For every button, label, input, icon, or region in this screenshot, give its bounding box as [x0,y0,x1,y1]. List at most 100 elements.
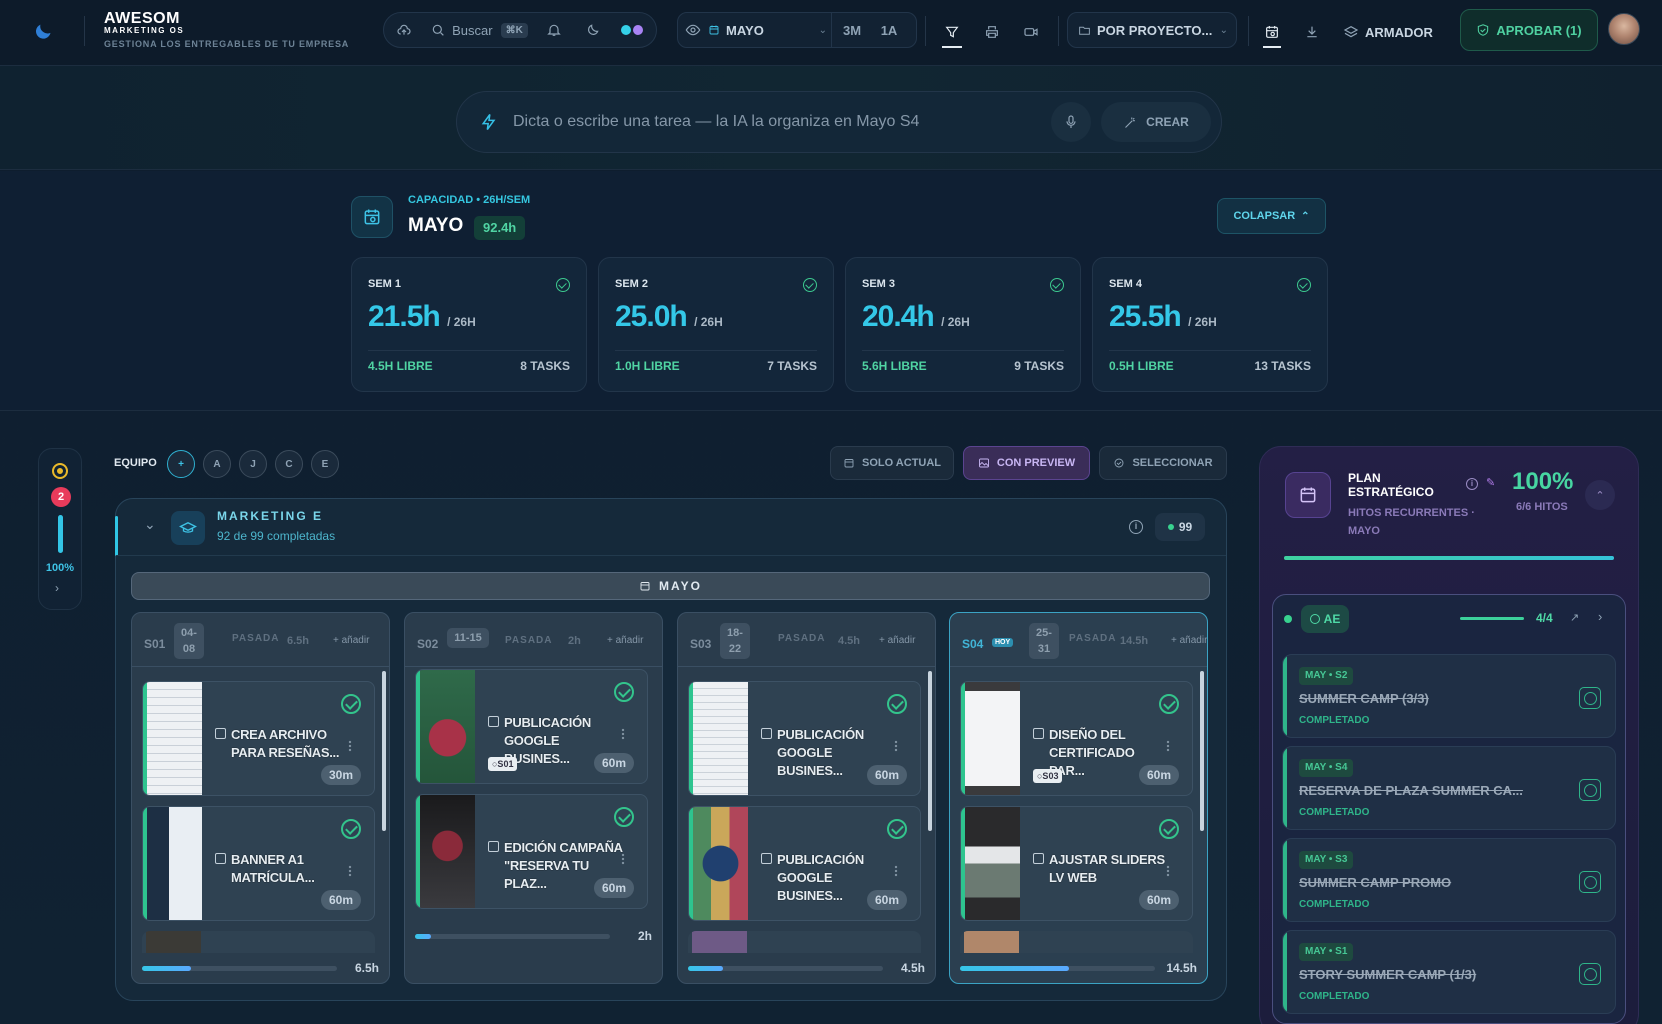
cloud-sync-button[interactable] [384,22,424,38]
week-progress [960,966,1155,971]
theme-toggle[interactable] [612,25,652,35]
moon-logo-icon[interactable] [34,20,56,42]
collapse-button[interactable]: COLAPSAR ⌃ [1217,198,1326,234]
drag-handle-icon[interactable] [348,740,352,752]
task-card[interactable]: CREA ARCHIVO PARA RESEÑAS... 30m [142,681,375,796]
week-card-2[interactable]: SEM 2 25.0h / 26H 1.0H LIBRE 7 TASKS [598,257,834,392]
task-card[interactable]: PUBLICACIÓN GOOGLE BUSINES... 60m [688,806,921,921]
milestone-card[interactable]: MAY • S1 STORY SUMMER CAMP (1/3) COMPLET… [1282,930,1616,1014]
plan-collapse-button[interactable]: ⌃ [1585,480,1615,510]
milestone-card[interactable]: MAY • S2 SUMMER CAMP (3/3) COMPLETADO [1282,654,1616,738]
check-circle-icon[interactable] [614,682,634,702]
completed-check-icon[interactable] [1579,871,1601,893]
visibility-button[interactable] [678,22,708,38]
board-expand-chevron-icon[interactable]: ⌄ [144,516,156,533]
range-3m-button[interactable]: 3M [832,23,872,38]
week-title: SEM 3 [862,278,896,290]
week-total: 6.5h [354,961,379,975]
schedule-button[interactable] [1260,20,1284,44]
notifications-button[interactable] [534,22,574,38]
task-card[interactable]: BANNER A1 MATRÍCULA... 60m [142,806,375,921]
info-icon[interactable]: i [1129,520,1143,534]
task-card[interactable]: PUBLICACIÓN GOOGLE BUSINES... 60m [688,681,921,796]
print-button[interactable] [980,20,1004,44]
brand[interactable]: AWESOM MARKETING OS GESTIONA LOS ENTREGA… [104,10,349,49]
document-icon [215,728,226,739]
task-card-peek[interactable] [142,931,375,953]
check-circle-icon[interactable] [1159,694,1179,714]
video-button[interactable] [1019,20,1043,44]
task-card[interactable]: DISEÑO DEL CERTIFICADO PAR... ○S03 60m [960,681,1193,796]
add-task-button[interactable]: + añadir [607,635,643,646]
external-link-icon[interactable]: ↗ [1570,611,1579,624]
team-member-c[interactable]: C [275,450,303,478]
team-member-a[interactable]: A [203,450,231,478]
week-card-3[interactable]: SEM 3 20.4h / 26H 5.6H LIBRE 9 TASKS [845,257,1081,392]
microphone-button[interactable] [1051,102,1091,142]
task-card-peek[interactable] [688,931,921,953]
approve-button[interactable]: APROBAR (1) [1460,9,1598,51]
con-preview-button[interactable]: CON PREVIEW [963,446,1090,480]
info-icon[interactable]: i [1466,478,1478,490]
check-circle-icon[interactable] [614,807,634,827]
milestone-card[interactable]: MAY • S4 RESERVA DE PLAZA SUMMER CA... C… [1282,746,1616,830]
check-circle-icon[interactable] [887,819,907,839]
week-card-1[interactable]: SEM 1 21.5h / 26H 4.5H LIBRE 8 TASKS [351,257,587,392]
sparkle-icon[interactable]: ✎ [1486,476,1495,489]
armador-button[interactable]: ARMADOR [1343,20,1433,44]
team-member-e[interactable]: E [311,450,339,478]
dark-mode-button[interactable] [574,22,612,38]
drag-handle-icon[interactable] [621,728,625,740]
image-icon [215,853,226,864]
plan-hitos: 6/6 HITOS [1516,501,1568,513]
column-scrollbar[interactable] [928,671,932,831]
check-circle-icon[interactable] [341,694,361,714]
drag-handle-icon[interactable] [894,865,898,877]
check-circle-icon[interactable] [1159,819,1179,839]
create-task-button[interactable]: CREAR [1101,102,1211,142]
project-filter-select[interactable]: POR PROYECTO... ⌄ [1067,12,1237,48]
drag-handle-icon[interactable] [1166,740,1170,752]
month-bar[interactable]: MAYO [131,572,1210,600]
milestone-card[interactable]: MAY • S3 SUMMER CAMP PROMO COMPLETADO [1282,838,1616,922]
solo-actual-button[interactable]: SOLO ACTUAL [830,446,954,480]
completed-check-icon[interactable] [1579,963,1601,985]
task-duration: 60m [1138,890,1179,910]
avatar[interactable] [1608,13,1640,45]
download-button[interactable] [1300,20,1324,44]
search-button[interactable]: Buscar ⌘K [424,22,534,38]
add-task-button[interactable]: + añadir [879,635,915,646]
completed-check-icon[interactable] [1579,779,1601,801]
chevron-right-icon[interactable]: › [55,581,59,595]
chevron-right-icon[interactable]: › [1598,609,1602,624]
add-task-button[interactable]: + añadir [1171,635,1207,646]
add-task-button[interactable]: + añadir [333,635,369,646]
month-select[interactable]: MAYO ⌄ [708,13,832,47]
drag-handle-icon[interactable] [348,865,352,877]
alert-badge[interactable]: 2 [51,487,71,507]
milestone-tag: MAY • S3 [1299,851,1354,869]
filter-button[interactable] [940,20,964,44]
task-card[interactable]: EDICIÓN CAMPAÑA "RESERVA TU PLAZ... 60m [415,794,648,909]
column-scrollbar[interactable] [1200,671,1204,831]
team-add-member[interactable]: + [167,450,195,478]
task-card-peek[interactable] [960,931,1193,953]
completed-check-icon[interactable] [1579,687,1601,709]
check-circle-icon[interactable] [887,694,907,714]
week-card-4[interactable]: SEM 4 25.5h / 26H 0.5H LIBRE 13 TASKS [1092,257,1328,392]
task-card[interactable]: AJUSTAR SLIDERS LV WEB 60m [960,806,1193,921]
seleccionar-button[interactable]: SELECCIONAR [1099,446,1227,480]
task-card[interactable]: PUBLICACIÓN GOOGLE BUSINES... ○S01 60m [415,669,648,784]
check-circle-icon[interactable] [341,819,361,839]
ai-task-input[interactable]: Dicta o escribe una tarea — la IA la org… [456,91,1222,153]
week-free: 0.5H LIBRE [1109,359,1174,373]
search-label: Buscar [452,22,493,38]
range-1a-button[interactable]: 1A [872,23,906,38]
team-member-j[interactable]: J [239,450,267,478]
ae-badge[interactable]: AE [1301,605,1349,633]
column-scrollbar[interactable] [382,671,386,831]
drag-handle-icon[interactable] [1166,865,1170,877]
drag-handle-icon[interactable] [621,853,625,865]
target-icon[interactable] [52,463,68,479]
drag-handle-icon[interactable] [894,740,898,752]
